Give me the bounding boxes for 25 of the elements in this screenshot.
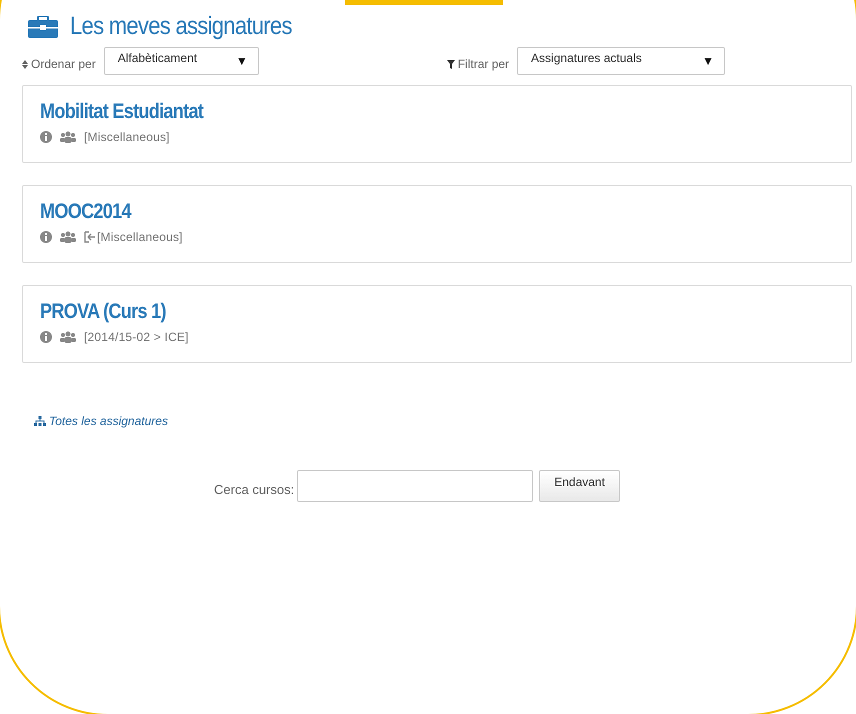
briefcase-icon bbox=[28, 16, 58, 38]
info-icon[interactable] bbox=[40, 231, 52, 243]
sort-icon bbox=[22, 60, 28, 68]
all-courses-link[interactable]: Totes les assignatures bbox=[34, 414, 168, 428]
sort-dropdown[interactable]: Alfabèticament ▼ bbox=[104, 47, 259, 75]
users-icon[interactable] bbox=[60, 331, 76, 343]
course-title-link[interactable]: Mobilitat Estudiantat bbox=[40, 100, 204, 124]
sitemap-icon bbox=[34, 416, 46, 426]
filter-label: Filtrar per bbox=[446, 57, 510, 71]
users-icon[interactable] bbox=[60, 131, 76, 143]
go-button[interactable]: Endavant bbox=[539, 470, 620, 502]
filter-dropdown[interactable]: Assignatures actuals ▼ bbox=[517, 47, 726, 75]
info-icon[interactable] bbox=[40, 331, 52, 343]
search-label: Cerca cursos: bbox=[214, 482, 294, 496]
course-title-link[interactable]: MOOC2014 bbox=[40, 200, 131, 224]
category-text: [Miscellaneous] bbox=[84, 130, 170, 144]
course-title-link[interactable]: PROVA (Curs 1) bbox=[40, 300, 166, 324]
category-text: [Miscellaneous] bbox=[97, 230, 183, 244]
search-field[interactable] bbox=[297, 470, 534, 502]
filter-icon bbox=[446, 60, 455, 68]
info-icon[interactable] bbox=[40, 131, 52, 143]
users-icon[interactable] bbox=[60, 231, 76, 243]
sort-label: Ordenar per bbox=[22, 57, 96, 71]
page-title: Les meves assignatures bbox=[70, 12, 292, 41]
category-text: [2014/15-02 > ICE] bbox=[84, 330, 189, 344]
